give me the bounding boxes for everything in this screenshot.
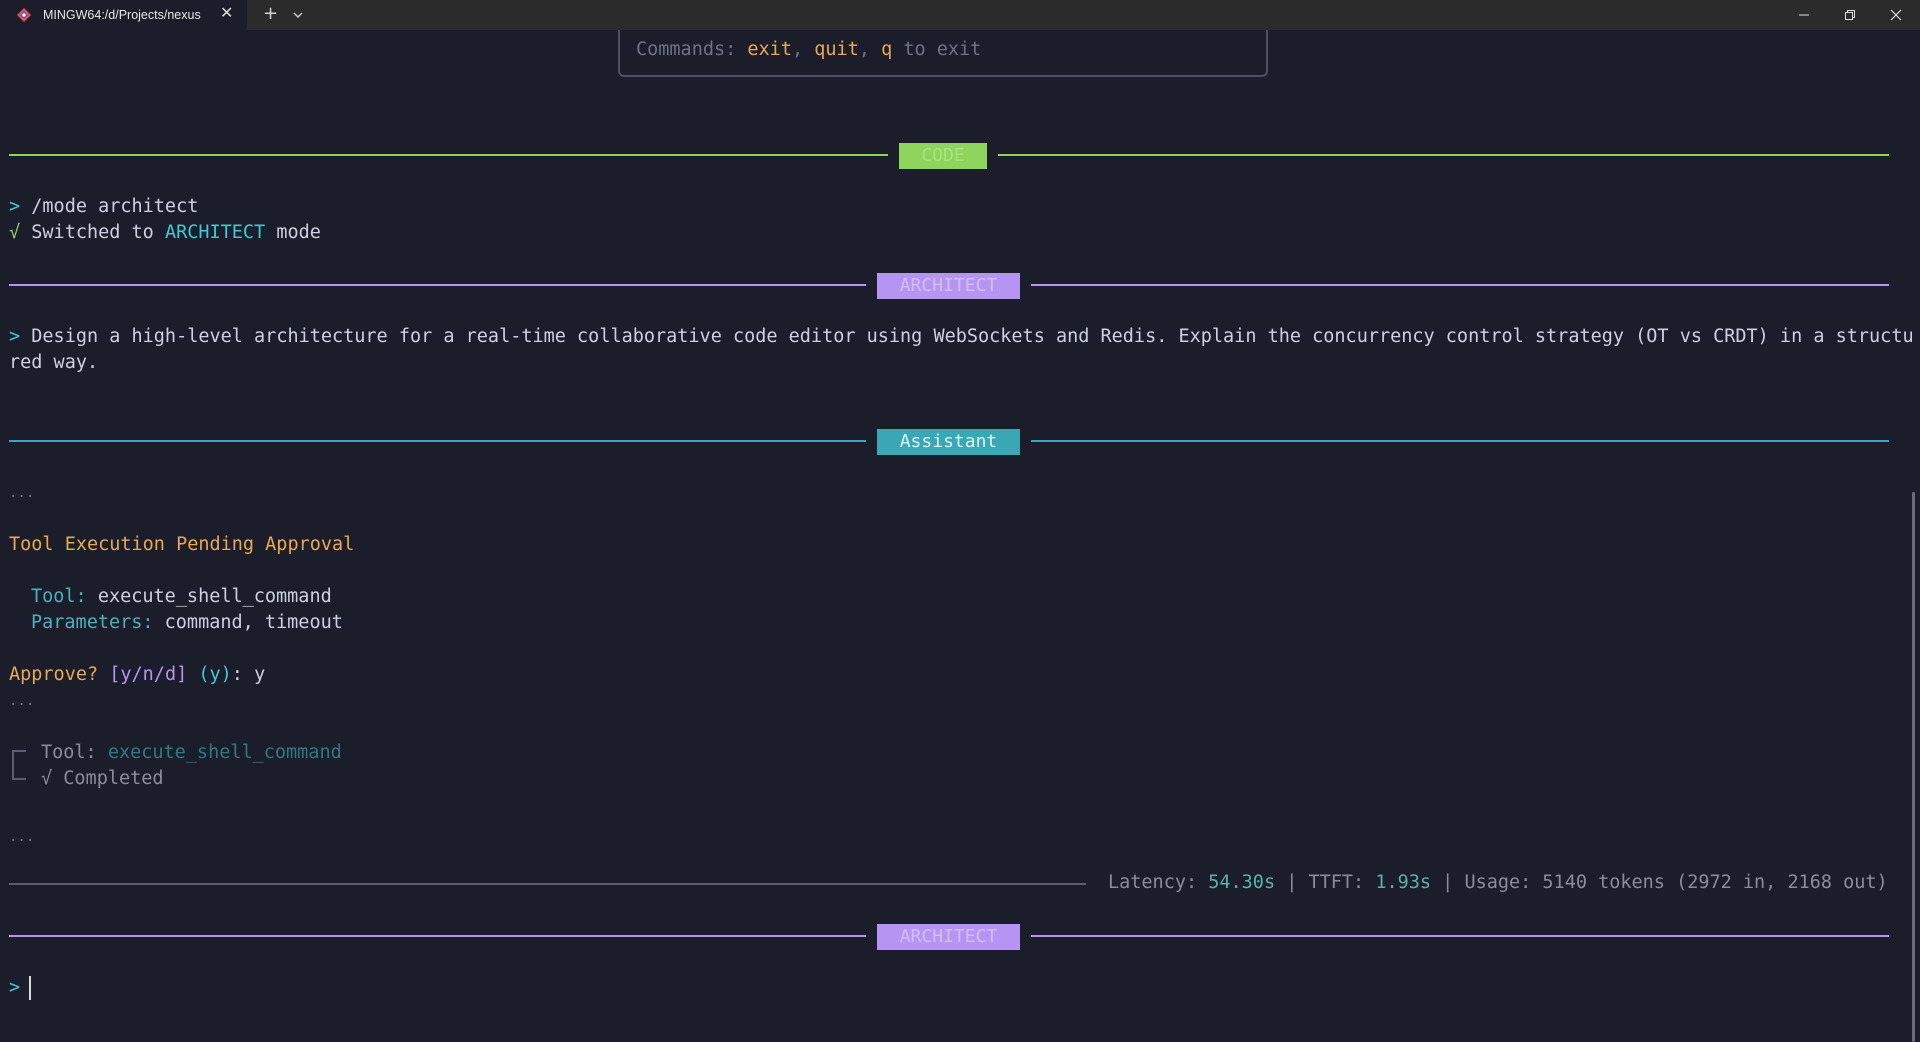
- usage-label: Usage:: [1464, 872, 1543, 893]
- cmd-q: q: [881, 39, 893, 60]
- completed-status: √ Completed: [41, 768, 164, 789]
- ttft-label: TTFT:: [1308, 872, 1376, 893]
- latency-value: 54.30s: [1208, 872, 1276, 893]
- architect-divider-right: [1031, 284, 1889, 286]
- ellipsis: ...: [9, 485, 35, 501]
- switched-mode: ARCHITECT: [164, 222, 266, 243]
- usage-value: 5140 tokens (2972 in, 2168 out): [1542, 872, 1888, 893]
- ttft-value: 1.93s: [1375, 872, 1432, 893]
- architect-divider-left-2: [9, 935, 866, 937]
- architect-divider-right-2: [1031, 935, 1889, 937]
- sep: ,: [858, 39, 882, 60]
- assistant-badge: Assistant: [877, 429, 1020, 455]
- params-value: command, timeout: [164, 612, 343, 633]
- params-label: Parameters:: [31, 612, 165, 633]
- user-prompt-text: Design a high-level architecture for a r…: [20, 326, 1914, 347]
- git-bash-icon: [17, 8, 31, 22]
- code-mode-badge: CODE: [899, 143, 987, 169]
- close-icon[interactable]: ✕: [220, 6, 233, 22]
- terminal-output[interactable]: Commands: exit, quit, q to exit CODE > /…: [0, 30, 1920, 1042]
- tab-title: MINGW64:/d/Projects/nexus: [43, 8, 201, 22]
- prompt-symbol: >: [9, 326, 21, 347]
- assistant-divider-right: [1031, 440, 1889, 442]
- colon: :: [231, 664, 255, 685]
- approve-default: (y): [198, 664, 232, 685]
- tool-done-name: execute_shell_command: [107, 742, 342, 763]
- mode-command-line: > /mode architect: [9, 194, 198, 220]
- architect-mode-badge-2: ARCHITECT: [877, 924, 1020, 950]
- tool-result-line: Tool: execute_shell_command: [41, 740, 342, 766]
- switched-text: Switched to: [20, 222, 165, 243]
- tool-done-label: Tool:: [41, 742, 108, 763]
- text-cursor: [29, 976, 31, 1000]
- commands-box: Commands: exit, quit, q to exit: [618, 30, 1268, 77]
- check-icon: √: [9, 222, 21, 243]
- cmd-exit: exit: [747, 39, 792, 60]
- architect-mode-badge: ARCHITECT: [877, 273, 1020, 299]
- commands-prefix: Commands:: [636, 39, 748, 60]
- ellipsis: ...: [9, 693, 35, 709]
- restore-button[interactable]: [1827, 0, 1873, 30]
- input-prompt[interactable]: >: [9, 975, 20, 1001]
- sep: |: [1431, 872, 1465, 893]
- approve-answer: y: [254, 664, 266, 685]
- chevron-down-icon[interactable]: [292, 9, 304, 21]
- code-divider-left: [9, 154, 888, 156]
- minimize-button[interactable]: [1781, 0, 1827, 30]
- sep: ,: [791, 39, 815, 60]
- ellipsis: ...: [9, 829, 35, 845]
- code-divider-right: [998, 154, 1889, 156]
- close-window-button[interactable]: [1873, 0, 1919, 30]
- tool-result-bracket: [12, 750, 26, 780]
- title-bar: MINGW64:/d/Projects/nexus ✕ +: [0, 0, 1920, 30]
- tool-name: execute_shell_command: [97, 586, 332, 607]
- close-icon: [1890, 9, 1902, 21]
- prompt-symbol: >: [9, 196, 21, 217]
- stats-line: Latency: 54.30s | TTFT: 1.93s | Usage: 5…: [1108, 870, 1888, 896]
- restore-icon: [1845, 10, 1855, 20]
- mode-switched-line: √ Switched to ARCHITECT mode: [9, 220, 321, 246]
- user-prompt-line-2: red way.: [9, 352, 99, 373]
- scrollbar[interactable]: [1912, 492, 1915, 1042]
- terminal-tab[interactable]: MINGW64:/d/Projects/nexus ✕: [0, 0, 247, 30]
- commands-hint: Commands: exit, quit, q to exit: [636, 38, 981, 62]
- stats-divider: [9, 883, 1086, 885]
- mode-command: /mode architect: [20, 196, 199, 217]
- pending-approval-title: Tool Execution Pending Approval: [9, 534, 355, 555]
- tool-label: Tool:: [31, 586, 98, 607]
- commands-suffix: to exit: [892, 39, 982, 60]
- latency-label: Latency:: [1108, 872, 1209, 893]
- approve-line: Approve? [y/n/d] (y): y: [9, 662, 265, 688]
- sep: |: [1275, 872, 1309, 893]
- assistant-divider-left: [9, 440, 866, 442]
- plus-icon[interactable]: +: [263, 5, 278, 23]
- switched-suffix: mode: [265, 222, 321, 243]
- cmd-quit: quit: [814, 39, 859, 60]
- tool-line: Tool: execute_shell_command: [31, 584, 332, 610]
- user-prompt-line-1: > Design a high-level architecture for a…: [9, 324, 1914, 350]
- architect-divider-left: [9, 284, 866, 286]
- minimize-icon: [1799, 14, 1809, 16]
- parameters-line: Parameters: command, timeout: [31, 610, 343, 636]
- approve-question: Approve?: [9, 664, 110, 685]
- approve-options: [y/n/d]: [109, 664, 188, 685]
